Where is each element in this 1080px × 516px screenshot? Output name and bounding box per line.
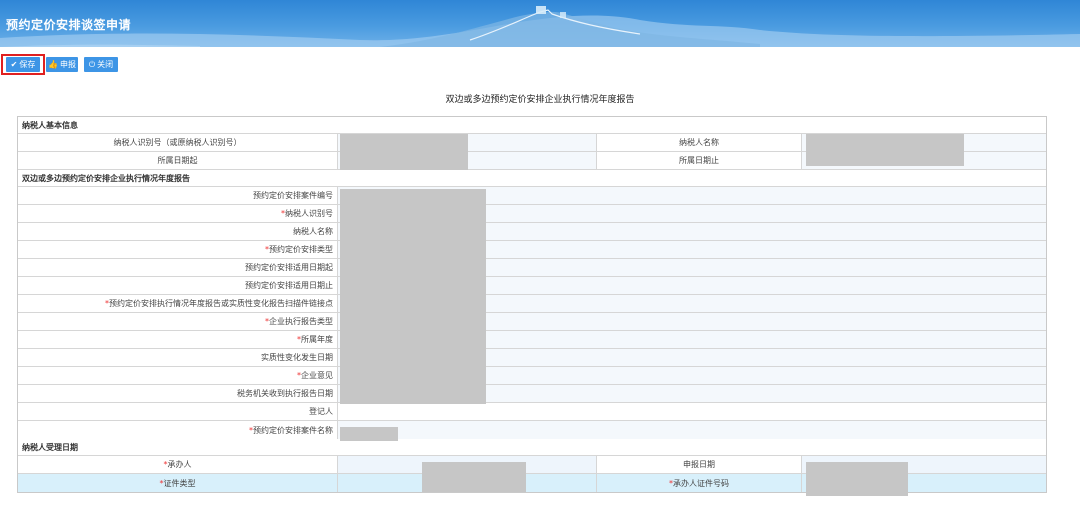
power-icon: ⏻ <box>88 59 96 69</box>
report-date-label: 申报日期 <box>597 456 802 473</box>
redacted-block <box>806 134 964 166</box>
annual-field-label: * 预约定价安排案件名称 <box>18 421 338 439</box>
form-row: * 企业执行报告类型 <box>18 313 1046 331</box>
page-title: 预约定价安排谈签申请 <box>6 18 132 32</box>
id-type-label: * 证件类型 <box>18 474 338 492</box>
thumbs-up-icon: 👍 <box>48 59 58 69</box>
handler-id-no-label: * 承办人证件号码 <box>597 474 802 492</box>
annual-field-label: 纳税人名称 <box>18 223 338 240</box>
section-accept-date: 纳税人受理日期 <box>18 439 1046 456</box>
annual-field-label: * 企业执行报告类型 <box>18 313 338 330</box>
report-button[interactable]: 👍 申报 <box>46 57 78 72</box>
check-circle-icon: ✔ <box>10 59 18 69</box>
annual-field-input[interactable] <box>338 421 1046 439</box>
save-button-label: 保存 <box>19 60 36 69</box>
annual-field-label: 预约定价安排案件编号 <box>18 187 338 204</box>
annual-field-label: * 纳税人识别号 <box>18 205 338 222</box>
taxpayer-name-label: 纳税人名称 <box>597 134 802 151</box>
redacted-block <box>340 427 398 441</box>
header-banner: 预约定价安排谈签申请 <box>0 0 1080 47</box>
save-button[interactable]: ✔ 保存 <box>6 57 40 72</box>
form-row: 登记人 <box>18 403 1046 421</box>
taxpayer-id-label: 纳税人识别号（或原纳税人识别号） <box>18 134 338 151</box>
annual-field-input[interactable] <box>338 403 1046 420</box>
annual-field-label: * 所属年度 <box>18 331 338 348</box>
annual-field-label: 预约定价安排适用日期止 <box>18 277 338 294</box>
annual-field-label: * 预约定价安排类型 <box>18 241 338 258</box>
annual-field-label: 预约定价安排适用日期起 <box>18 259 338 276</box>
section-annual-report: 双边或多边预约定价安排企业执行情况年度报告 <box>18 170 1046 187</box>
period-end-label: 所属日期止 <box>597 152 802 169</box>
handler-label: * 承办人 <box>18 456 338 473</box>
annual-field-label: 税务机关收到执行报告日期 <box>18 385 338 402</box>
period-start-label: 所属日期起 <box>18 152 338 169</box>
toolbar: ✔ 保存 👍 申报 ⏻ 关闭 <box>0 53 1080 75</box>
redacted-block <box>340 134 468 170</box>
redacted-block <box>422 462 526 492</box>
redacted-block <box>340 189 486 404</box>
close-button[interactable]: ⏻ 关闭 <box>84 57 118 72</box>
close-button-label: 关闭 <box>97 60 114 69</box>
form-row: * 预约定价安排案件名称 <box>18 421 1046 439</box>
report-button-label: 申报 <box>59 60 76 69</box>
form-row: * 所属年度 <box>18 331 1046 349</box>
form-row: * 预约定价安排类型 <box>18 241 1046 259</box>
form-row: 纳税人名称 <box>18 223 1046 241</box>
great-wall-illustration <box>0 6 1080 47</box>
annual-field-label: * 企业意见 <box>18 367 338 384</box>
annual-field-label: 登记人 <box>18 403 338 420</box>
annual-field-label: 实质性变化发生日期 <box>18 349 338 366</box>
report-title: 双边或多边预约定价安排企业执行情况年度报告 <box>445 95 635 105</box>
form-row: * 纳税人识别号 <box>18 205 1046 223</box>
report-form: 纳税人基本信息 纳税人识别号（或原纳税人识别号） 纳税人名称 所属日期起 所属日… <box>17 116 1047 493</box>
form-row: 预约定价安排案件编号 <box>18 187 1046 205</box>
section-basic-info: 纳税人基本信息 <box>18 117 1046 134</box>
form-row: 预约定价安排适用日期止 <box>18 277 1046 295</box>
form-row: * 企业意见 <box>18 367 1046 385</box>
form-row: 预约定价安排适用日期起 <box>18 259 1046 277</box>
annual-field-label: * 预约定价安排执行情况年度报告或实质性变化报告扫描件链接点 <box>18 295 338 312</box>
form-row: 税务机关收到执行报告日期 <box>18 385 1046 403</box>
form-row: 实质性变化发生日期 <box>18 349 1046 367</box>
redacted-block <box>806 462 908 496</box>
form-row: * 预约定价安排执行情况年度报告或实质性变化报告扫描件链接点 <box>18 295 1046 313</box>
